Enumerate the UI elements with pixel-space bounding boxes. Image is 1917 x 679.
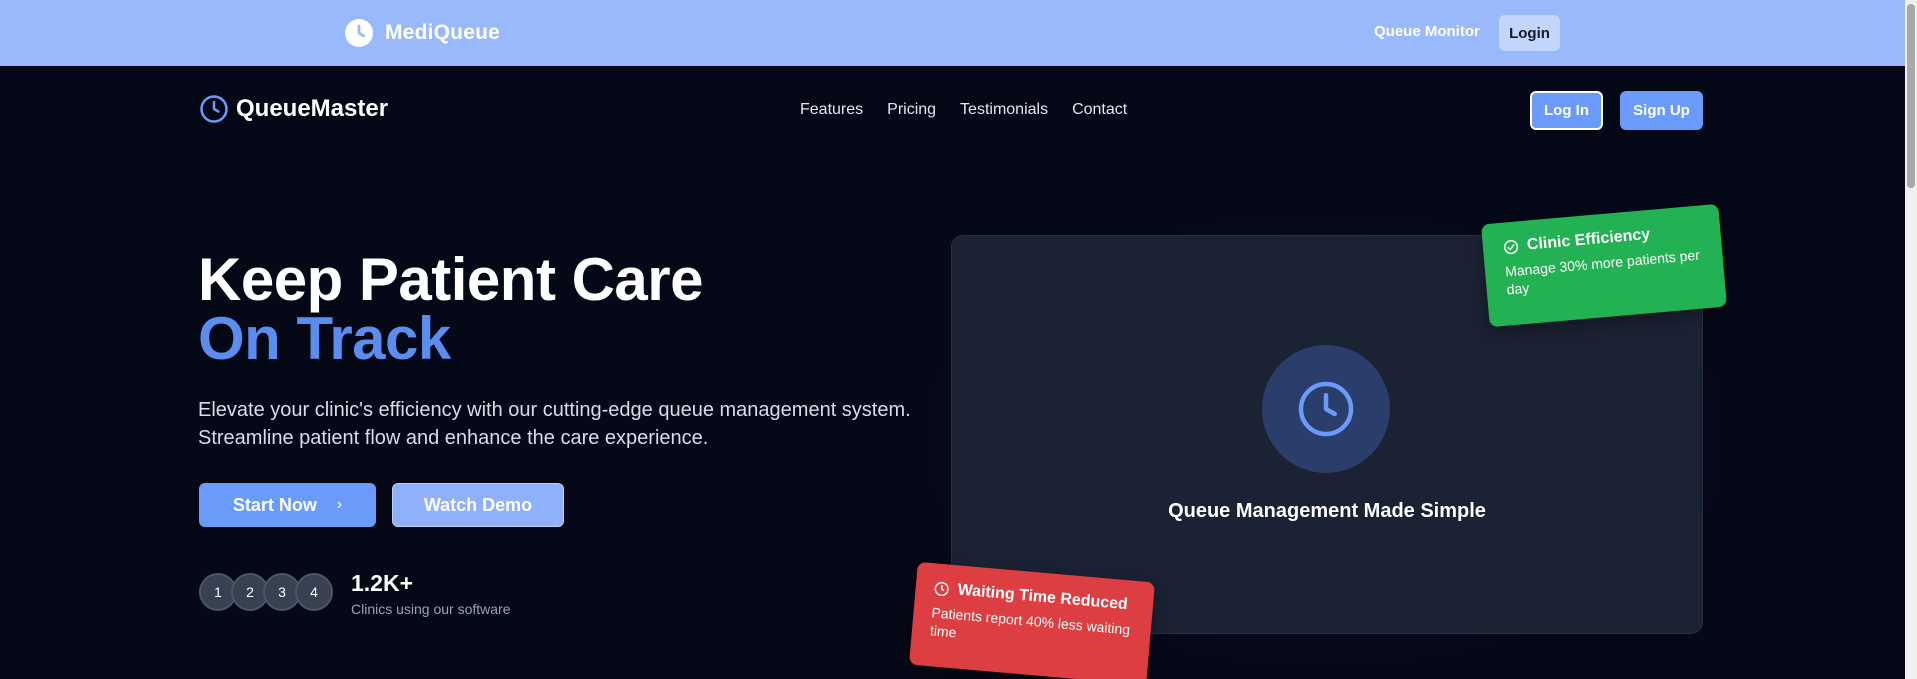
clinics-count-label: Clinics using our software bbox=[351, 601, 511, 617]
hero-title-line2: On Track bbox=[198, 305, 451, 372]
clock-icon bbox=[934, 581, 949, 597]
top-login-button[interactable]: Login bbox=[1499, 15, 1560, 51]
main-nav: Features Pricing Testimonials Contact bbox=[800, 101, 1127, 119]
showcase-title: Queue Management Made Simple bbox=[1168, 500, 1486, 522]
queue-monitor-link[interactable]: Queue Monitor bbox=[1374, 23, 1480, 40]
avatar: 4 bbox=[295, 573, 333, 611]
waiting-time-badge: Waiting Time Reduced Patients report 40%… bbox=[908, 561, 1156, 679]
start-now-button[interactable]: Start Now › bbox=[199, 483, 376, 527]
clinic-efficiency-badge: Clinic Efficiency Manage 30% more patien… bbox=[1480, 203, 1728, 328]
showcase-icon-circle bbox=[1262, 345, 1390, 473]
logo-text: QueueMaster bbox=[236, 95, 389, 122]
chevron-right-icon: › bbox=[336, 496, 343, 513]
hero-subtitle: Elevate your clinic's efficiency with ou… bbox=[198, 399, 911, 449]
mediqueue-brand[interactable]: MediQueue bbox=[345, 19, 500, 47]
page-scrollbar[interactable] bbox=[1905, 0, 1917, 679]
top-header-bar: MediQueue Queue Monitor Login bbox=[0, 0, 1905, 66]
start-now-label: Start Now bbox=[232, 494, 317, 515]
nav-link-pricing[interactable]: Pricing bbox=[887, 101, 936, 119]
queuemaster-logo[interactable]: QueueMaster bbox=[199, 94, 388, 124]
nav-link-testimonials[interactable]: Testimonials bbox=[960, 101, 1048, 119]
log-in-button[interactable]: Log In bbox=[1530, 91, 1603, 130]
scrollbar-thumb[interactable] bbox=[1907, 4, 1915, 188]
hero-title-line1: Keep Patient Care bbox=[198, 246, 704, 313]
hero-title: Keep Patient Care On Track bbox=[198, 246, 704, 372]
nav-link-features[interactable]: Features bbox=[800, 101, 863, 119]
clinics-count: 1.2K+ bbox=[351, 570, 414, 596]
clock-icon bbox=[345, 19, 373, 47]
badge-title: Clinic Efficiency bbox=[1526, 225, 1651, 254]
watch-demo-button[interactable]: Watch Demo bbox=[392, 483, 564, 527]
sign-up-button[interactable]: Sign Up bbox=[1620, 91, 1703, 130]
brand-name: MediQueue bbox=[385, 21, 500, 44]
clock-icon bbox=[200, 95, 228, 123]
check-circle-icon bbox=[1503, 239, 1519, 255]
clock-icon bbox=[1298, 381, 1354, 437]
avatar-group: 1 2 3 4 bbox=[199, 573, 333, 611]
nav-link-contact[interactable]: Contact bbox=[1072, 101, 1127, 119]
